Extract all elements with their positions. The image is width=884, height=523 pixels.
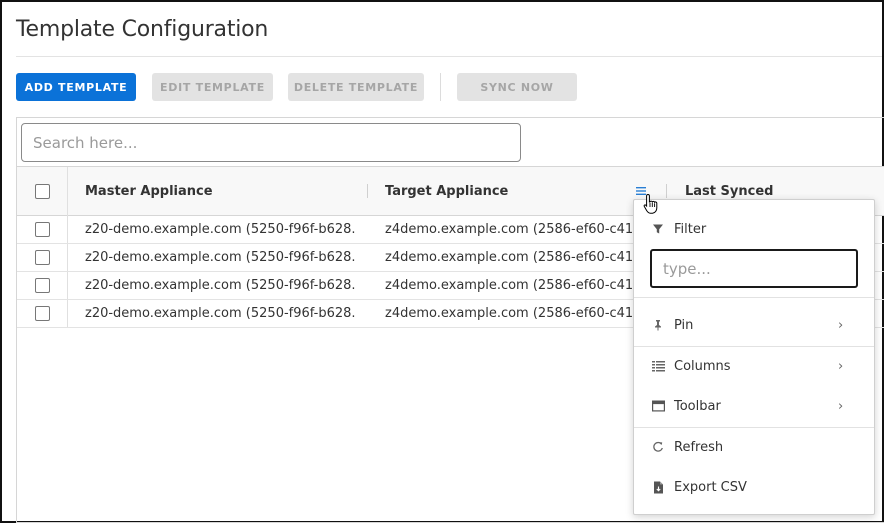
cell-master-appliance: z20-demo.example.com (5250-f96f-b628... bbox=[85, 222, 355, 237]
page-title: Template Configuration bbox=[16, 17, 269, 42]
filter-icon bbox=[651, 222, 665, 236]
pin-icon bbox=[651, 318, 665, 332]
hand-pointer-cursor-icon bbox=[643, 193, 659, 215]
row-checkbox[interactable] bbox=[35, 278, 50, 293]
row-select-cell bbox=[35, 300, 50, 327]
edit-template-button[interactable]: EDIT TEMPLATE bbox=[152, 73, 273, 101]
row-select-cell bbox=[35, 216, 50, 243]
menu-separator bbox=[634, 427, 874, 428]
header-separator bbox=[367, 184, 368, 198]
menu-separator bbox=[634, 346, 874, 347]
column-menu: Filter Pin › Columns › Toolbar › Refresh bbox=[633, 199, 875, 515]
filter-input[interactable] bbox=[650, 249, 858, 288]
row-checkbox[interactable] bbox=[35, 250, 50, 265]
search-input[interactable] bbox=[21, 123, 521, 162]
row-checkbox[interactable] bbox=[35, 222, 50, 237]
menu-item-columns[interactable]: Columns › bbox=[634, 351, 874, 381]
menu-item-refresh[interactable]: Refresh bbox=[634, 432, 874, 462]
sync-now-button[interactable]: SYNC NOW bbox=[457, 73, 577, 101]
add-template-button[interactable]: ADD TEMPLATE bbox=[16, 73, 136, 101]
cell-master-appliance: z20-demo.example.com (5250-f96f-b628... bbox=[85, 278, 355, 293]
toolbar-icon bbox=[651, 399, 665, 413]
menu-item-pin[interactable]: Pin › bbox=[634, 310, 874, 340]
header-master-appliance[interactable]: Master Appliance bbox=[85, 167, 213, 215]
select-all-checkbox[interactable] bbox=[35, 183, 50, 199]
title-divider bbox=[16, 56, 882, 57]
chevron-right-icon: › bbox=[838, 358, 844, 374]
chevron-right-icon: › bbox=[838, 317, 844, 333]
row-select-cell bbox=[35, 244, 50, 271]
menu-item-toolbar[interactable]: Toolbar › bbox=[634, 391, 874, 421]
select-all-cell bbox=[35, 167, 50, 215]
menu-separator bbox=[634, 297, 874, 298]
export-csv-label: Export CSV bbox=[674, 479, 747, 495]
delete-template-button[interactable]: DELETE TEMPLATE bbox=[288, 73, 424, 101]
cell-target-appliance: z4demo.example.com (2586-ef60-c417-7 bbox=[385, 222, 633, 237]
menu-item-export-csv[interactable]: Export CSV bbox=[634, 472, 874, 502]
cell-master-appliance: z20-demo.example.com (5250-f96f-b628... bbox=[85, 306, 355, 321]
pin-label: Pin bbox=[674, 317, 694, 333]
row-checkbox[interactable] bbox=[35, 306, 50, 321]
columns-icon bbox=[651, 359, 665, 373]
filter-label: Filter bbox=[674, 221, 707, 237]
cell-target-appliance: z4demo.example.com (2586-ef60-c417-7 bbox=[385, 306, 633, 321]
menu-item-filter: Filter bbox=[634, 214, 874, 244]
refresh-label: Refresh bbox=[674, 439, 724, 455]
toolbar-label: Toolbar bbox=[674, 398, 721, 414]
cell-target-appliance: z4demo.example.com (2586-ef60-c417-7 bbox=[385, 250, 633, 265]
chevron-right-icon: › bbox=[838, 398, 844, 414]
header-separator bbox=[666, 184, 667, 198]
row-select-cell bbox=[35, 272, 50, 299]
columns-label: Columns bbox=[674, 358, 731, 374]
toolbar-separator bbox=[440, 73, 441, 101]
cell-master-appliance: z20-demo.example.com (5250-f96f-b628... bbox=[85, 250, 355, 265]
cell-target-appliance: z4demo.example.com (2586-ef60-c417-7 bbox=[385, 278, 633, 293]
refresh-icon bbox=[651, 440, 665, 454]
export-csv-icon bbox=[651, 480, 665, 494]
header-target-appliance[interactable]: Target Appliance bbox=[385, 167, 508, 215]
